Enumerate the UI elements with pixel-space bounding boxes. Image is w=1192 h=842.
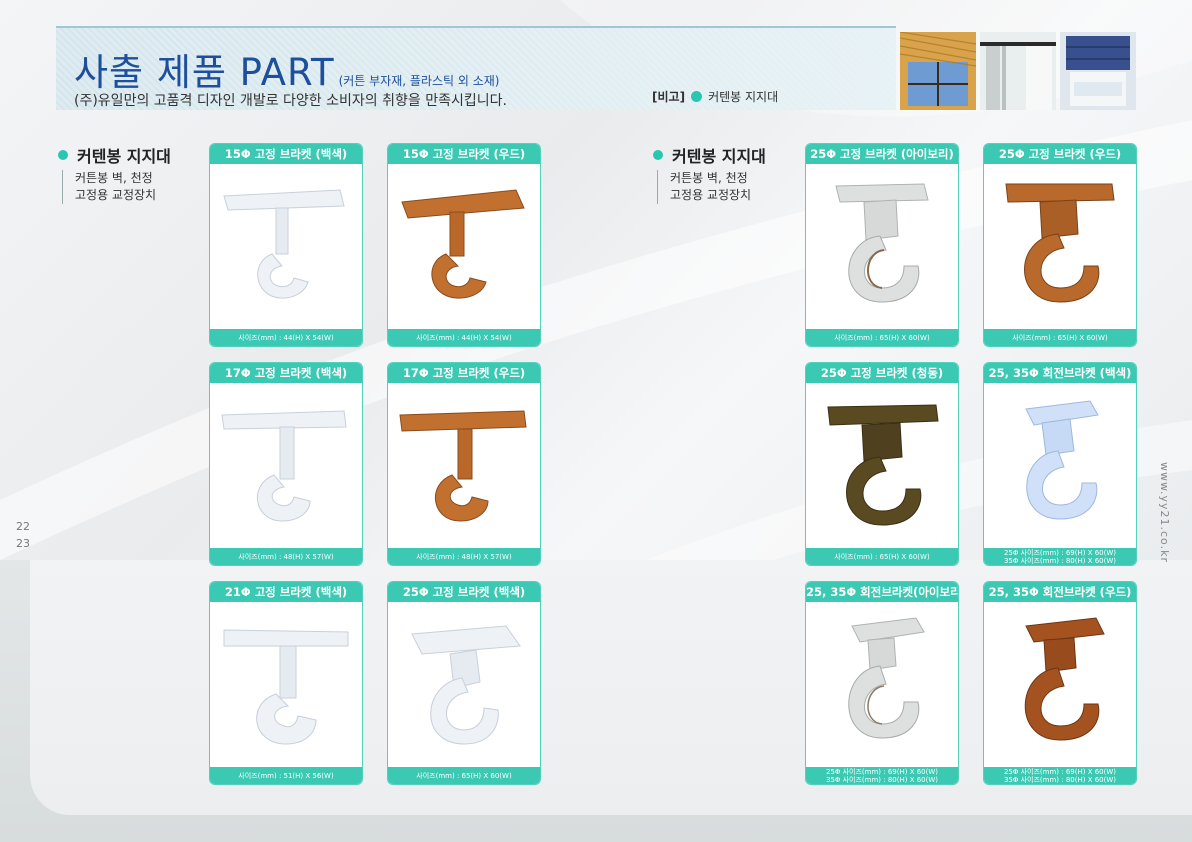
page-title: 사출 제품 PART (커튼 부자재, 플라스틱 외 소재) <box>74 51 500 94</box>
product-card: 25, 35Φ 회전브라켓 (백색) 25Φ 사이즈(mm) : 69(H) X… <box>983 362 1137 566</box>
product-size: 사이즈(mm) : 65(H) X 60(W) <box>984 329 1136 346</box>
section-desc-line: 커튼봉 벽, 천정 <box>75 171 153 185</box>
bracket-white-17-image <box>221 410 347 522</box>
bracket-wood-15-image <box>401 189 525 299</box>
product-title: 25Φ 고정 브라켓 (아이보리) <box>806 144 958 164</box>
header-banner: 사출 제품 PART (커튼 부자재, 플라스틱 외 소재) (주)유일만의 고품… <box>56 26 896 110</box>
product-title: 17Φ 고정 브라켓 (우드) <box>388 363 540 383</box>
product-size: 사이즈(mm) : 48(H) X 57(W) <box>210 548 362 565</box>
bracket-white-15-image <box>223 189 345 299</box>
bullet-dot-icon <box>691 91 703 102</box>
photo-window-blinds <box>900 32 976 110</box>
bracket-white-21-image <box>223 629 349 745</box>
section-desc-right: 커튼봉 벽, 천정 고정용 교정장치 <box>657 170 751 204</box>
product-card: 25Φ 고정 브라켓 (백색) 사이즈(mm) : 65(H) X 60(W) <box>387 581 541 785</box>
product-size: 사이즈(mm) : 44(H) X 54(W) <box>210 329 362 346</box>
bullet-dot-icon <box>58 150 68 160</box>
bracket-ivory-25-image <box>835 183 929 303</box>
note: [비고] 커텐봉 지지대 <box>652 88 778 105</box>
product-card: 17Φ 고정 브라켓 (우드) 사이즈(mm) : 48(H) X 57(W) <box>387 362 541 566</box>
page-number-left: 22 <box>16 520 30 533</box>
product-size: 사이즈(mm) : 65(H) X 60(W) <box>388 767 540 784</box>
page-number-right: 23 <box>16 537 30 550</box>
section-head-left: 커텐봉 지지대 <box>58 143 171 167</box>
product-title: 25, 35Φ 회전브라켓 (백색) <box>984 363 1136 383</box>
product-size: 25Φ 사이즈(mm) : 69(H) X 60(W) 35Φ 사이즈(mm) :… <box>984 767 1136 784</box>
product-size: 사이즈(mm) : 51(H) X 56(W) <box>210 767 362 784</box>
photo-roman-shade <box>1060 32 1136 110</box>
bullet-dot-icon <box>653 150 663 160</box>
product-title: 15Φ 고정 브라켓 (백색) <box>210 144 362 164</box>
product-card: 25, 35Φ 회전브라켓(아이보리) 25Φ 사이즈(mm) : 69(H) … <box>805 581 959 785</box>
section-title: 커텐봉 지지대 <box>77 147 171 166</box>
product-size: 사이즈(mm) : 65(H) X 60(W) <box>806 548 958 565</box>
product-title: 25, 35Φ 회전브라켓(아이보리) <box>806 582 958 602</box>
product-title: 21Φ 고정 브라켓 (백색) <box>210 582 362 602</box>
product-title: 25Φ 고정 브라켓 (백색) <box>388 582 540 602</box>
product-title: 15Φ 고정 브라켓 (우드) <box>388 144 540 164</box>
tagline: (주)유일만의 고품격 디자인 개발로 다양한 소비자의 취향을 만족시킵니다. <box>74 93 507 109</box>
section-title: 커텐봉 지지대 <box>672 147 766 166</box>
product-size: 25Φ 사이즈(mm) : 69(H) X 60(W) 35Φ 사이즈(mm) :… <box>984 548 1136 565</box>
product-card: 17Φ 고정 브라켓 (백색) 사이즈(mm) : 48(H) X 57(W) <box>209 362 363 566</box>
product-size: 사이즈(mm) : 48(H) X 57(W) <box>388 548 540 565</box>
section-desc-line: 고정용 교정장치 <box>75 188 157 202</box>
product-card: 25Φ 고정 브라켓 (우드) 사이즈(mm) : 65(H) X 60(W) <box>983 143 1137 347</box>
product-title: 25Φ 고정 브라켓 (우드) <box>984 144 1136 164</box>
website-url: www.yy21.co.kr <box>1158 462 1171 563</box>
bracket-wood-25-image <box>1005 183 1115 303</box>
product-title: 17Φ 고정 브라켓 (백색) <box>210 363 362 383</box>
product-size: 사이즈(mm) : 65(H) X 60(W) <box>806 329 958 346</box>
product-title: 25, 35Φ 회전브라켓 (우드) <box>984 582 1136 602</box>
swivel-bracket-white-image <box>1025 400 1099 520</box>
section-head-right: 커텐봉 지지대 <box>653 143 766 167</box>
product-card: 25Φ 고정 브라켓 (아이보리) 사이즈(mm) : 65(H) X 60(W… <box>805 143 959 347</box>
section-desc-left: 커튼봉 벽, 천정 고정용 교정장치 <box>62 170 156 204</box>
product-card: 25, 35Φ 회전브라켓 (우드) 25Φ 사이즈(mm) : 69(H) X… <box>983 581 1137 785</box>
section-desc-line: 고정용 교정장치 <box>670 188 752 202</box>
product-size: 25Φ 사이즈(mm) : 69(H) X 60(W) 35Φ 사이즈(mm) :… <box>806 767 958 784</box>
bracket-white-25-image <box>411 625 521 745</box>
product-card: 15Φ 고정 브라켓 (백색) 사이즈(mm) : 44(H) X 54(W) <box>209 143 363 347</box>
product-card: 21Φ 고정 브라켓 (백색) 사이즈(mm) : 51(H) X 56(W) <box>209 581 363 785</box>
product-title: 25Φ 고정 브라켓 (청동) <box>806 363 958 383</box>
swivel-bracket-wood-image <box>1024 617 1105 741</box>
note-text: 커텐봉 지지대 <box>708 90 779 104</box>
section-desc-line: 커튼봉 벽, 천정 <box>670 171 748 185</box>
swivel-bracket-ivory-image <box>848 617 925 739</box>
product-card: 15Φ 고정 브라켓 (우드) 사이즈(mm) : 44(H) X 54(W) <box>387 143 541 347</box>
page-title-sub: (커튼 부자재, 플라스틱 외 소재) <box>338 74 500 88</box>
bracket-wood-17-image <box>399 410 527 522</box>
photo-strip <box>900 32 1136 110</box>
note-label: [비고] <box>652 90 686 104</box>
bracket-bronze-25-image <box>827 404 939 526</box>
product-card: 25Φ 고정 브라켓 (청동) 사이즈(mm) : 65(H) X 60(W) <box>805 362 959 566</box>
product-size: 사이즈(mm) : 44(H) X 54(W) <box>388 329 540 346</box>
photo-curtain-rod <box>980 32 1056 110</box>
